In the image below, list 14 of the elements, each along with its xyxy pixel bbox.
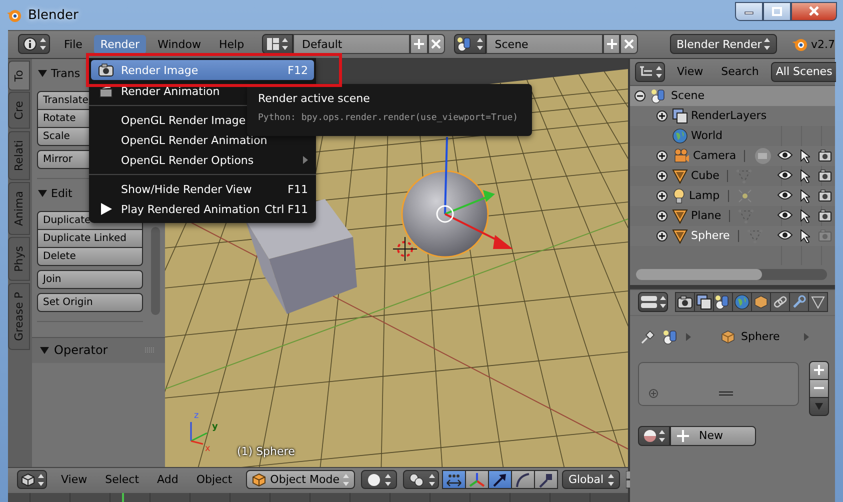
- shortcut-label: F11: [288, 182, 308, 196]
- axis-label: x: [205, 444, 210, 454]
- window-title: Blender: [28, 8, 78, 22]
- shortcut-label: F12: [288, 64, 308, 76]
- shortcut-label: Ctrl F11: [264, 202, 308, 216]
- panel-title: Edit: [51, 187, 72, 200]
- object-name: Sphere: [741, 330, 780, 344]
- tooltip-title: Render active scene: [258, 92, 371, 105]
- axis-label: y: [212, 422, 218, 432]
- axis-label: z: [194, 412, 199, 421]
- version-label: v2.7: [811, 38, 836, 50]
- panel-title: Trans: [51, 67, 80, 80]
- panel-title: Operator: [54, 343, 108, 358]
- tooltip-python: Python: bpy.ops.render.render(use_viewport=True): [258, 113, 518, 123]
